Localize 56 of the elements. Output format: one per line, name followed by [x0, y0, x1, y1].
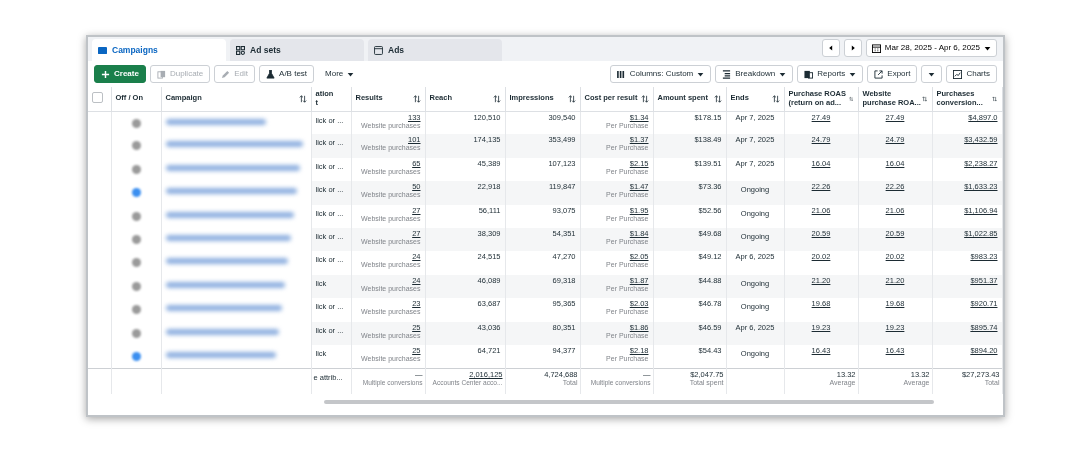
toolbar-button[interactable]: Create — [94, 65, 146, 83]
select-all-checkbox[interactable] — [92, 91, 103, 103]
tab[interactable]: Ads — [368, 39, 502, 61]
status-toggle[interactable] — [131, 305, 141, 315]
sort-icon — [567, 94, 576, 103]
toolbar-button[interactable]: A/B test — [259, 65, 315, 83]
status-toggle[interactable] — [131, 188, 141, 198]
horizontal-scrollbar[interactable] — [324, 400, 934, 405]
menu-button[interactable]: Columns: Custom — [609, 65, 712, 83]
status-toggle[interactable] — [131, 281, 141, 291]
left-arrow-icon — [827, 45, 834, 51]
sort-icon — [713, 94, 722, 103]
sort-icon — [771, 94, 780, 103]
copy-icon — [156, 69, 166, 79]
status-toggle[interactable] — [131, 118, 141, 128]
right-arrow-icon — [849, 45, 856, 51]
status-toggle[interactable] — [131, 164, 141, 174]
sort-icon — [992, 94, 998, 103]
sort-icon — [849, 94, 854, 103]
toolbar-button[interactable]: Export — [867, 65, 918, 83]
window-icon — [374, 45, 383, 55]
tab[interactable]: Campaigns — [92, 39, 226, 61]
export-icon — [874, 69, 884, 79]
pencil-icon — [221, 69, 231, 79]
sort-icon — [640, 94, 649, 103]
status-toggle[interactable] — [131, 211, 141, 221]
grid-icon — [236, 45, 245, 55]
caret-icon — [849, 70, 857, 78]
toolbar-button[interactable]: Charts — [946, 65, 997, 83]
status-toggle[interactable] — [131, 234, 141, 244]
breakdown-icon — [722, 69, 732, 79]
sort-icon — [492, 94, 501, 103]
menu-button[interactable]: Reports — [797, 65, 864, 83]
sort-icon — [922, 94, 928, 103]
caret-icon — [779, 70, 787, 78]
flask-icon — [266, 69, 276, 79]
reports-icon — [804, 69, 814, 79]
chart-icon — [953, 69, 963, 79]
folder-icon — [98, 45, 107, 55]
caret-icon — [984, 44, 991, 52]
columns-icon — [616, 69, 626, 79]
caret-icon — [347, 70, 355, 78]
dropdown-button[interactable] — [921, 65, 943, 83]
status-toggle[interactable] — [131, 141, 141, 151]
sort-icon — [412, 94, 421, 103]
caret-icon — [928, 70, 936, 78]
plus-icon — [101, 69, 110, 79]
status-toggle[interactable] — [131, 328, 141, 338]
status-toggle[interactable] — [131, 258, 141, 268]
menu-button[interactable]: Breakdown — [715, 65, 794, 83]
sort-icon — [298, 94, 307, 103]
calendar-icon — [871, 43, 881, 53]
date-range-picker[interactable]: Mar 28, 2025 - Apr 6, 2025 — [865, 39, 997, 57]
caret-icon — [697, 70, 705, 78]
tab[interactable]: Ad sets — [230, 39, 364, 61]
status-toggle[interactable] — [131, 351, 141, 361]
